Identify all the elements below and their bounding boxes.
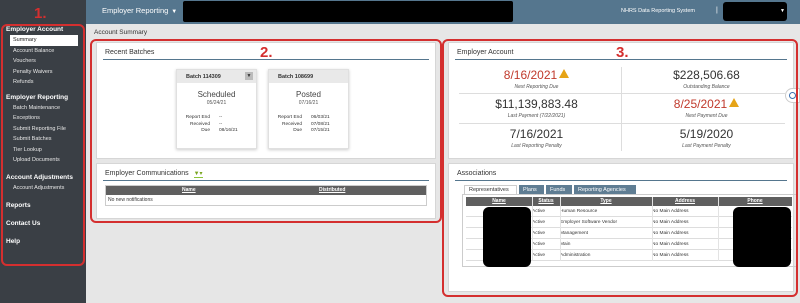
redacted-employer-name [183, 1, 513, 22]
app-menu-button[interactable]: Employer Reporting ▼ [102, 6, 177, 15]
annotation-box-1 [1, 24, 85, 266]
user-menu-chevron-icon[interactable]: ▼ [780, 8, 785, 14]
annotation-box-3 [442, 39, 798, 297]
separator: | [716, 7, 718, 14]
annotation-box-2 [90, 39, 442, 223]
annotation-number-1: 1. [34, 5, 47, 22]
page-title: Account Summary [94, 29, 148, 36]
annotation-number-3: 3. [616, 44, 629, 61]
chevron-down-icon: ▼ [171, 9, 178, 15]
top-bar: Employer Reporting ▼ NHRS Data Reporting … [86, 0, 800, 24]
annotation-number-2: 2. [260, 44, 273, 61]
redacted-user-menu[interactable] [723, 2, 787, 21]
app-title: Employer Reporting [102, 6, 169, 15]
system-name: NHRS Data Reporting System [621, 8, 695, 14]
